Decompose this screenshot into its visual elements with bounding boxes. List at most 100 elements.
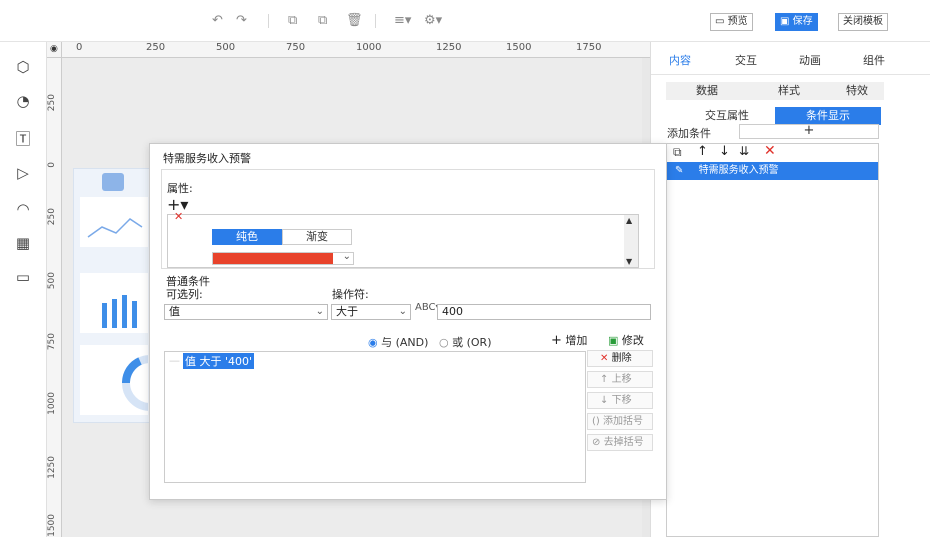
solid-color-option[interactable]: 纯色 [212, 229, 282, 245]
container-icon[interactable]: ▭ [12, 268, 34, 286]
ruler-tick: 0 [76, 42, 83, 53]
logic-and-radio[interactable]: ◉ 与 (AND) [368, 334, 428, 350]
logic-or-radio[interactable]: ○ 或 (OR) [439, 334, 492, 350]
pie-chart-icon[interactable]: ◔ [12, 92, 34, 110]
modify-condition-button[interactable]: ▣ 修改 [608, 332, 644, 348]
arrow-down-icon: ↓ [600, 395, 609, 406]
table-icon[interactable]: ▦ [12, 234, 34, 252]
attribute-section: 属性: +▾ ✕ 纯色 渐变 ⌄ ▲ ▼ [161, 169, 655, 269]
delete-label: 删除 [611, 353, 632, 364]
ruler-tick: 750 [47, 333, 57, 351]
logic-and-label: 与 (AND) [381, 336, 429, 349]
tab-divider [651, 74, 930, 75]
dashboard-line-chart [80, 197, 148, 247]
ruler-tick: 1500 [47, 514, 57, 537]
remove-bracket-button[interactable]: ⊘ 去掉括号 [587, 434, 653, 451]
ruler-tick: 1000 [356, 42, 382, 53]
subtab-effect[interactable]: 特效 [830, 82, 884, 100]
add-condition-button[interactable]: + [739, 124, 879, 139]
chevron-down-icon: ⌄ [342, 251, 351, 262]
delete-condition-button[interactable]: ✕ 删除 [587, 350, 653, 367]
subtab-data[interactable]: 数据 [666, 82, 748, 100]
align-icon[interactable]: ≡▾ [394, 14, 411, 28]
operator-select-value: 大于 [336, 305, 358, 318]
dashboard-bar-chart [80, 273, 148, 333]
eye-icon[interactable]: ◉ [50, 44, 58, 54]
tab-animation[interactable]: 动画 [799, 52, 821, 68]
remove-bracket-label: 去掉括号 [603, 437, 644, 448]
shape-icon[interactable]: ◠ [12, 200, 34, 218]
ruler-top: 0 250 500 750 1000 1250 1500 1750 [62, 42, 650, 58]
video-icon[interactable]: ▷ [12, 164, 34, 182]
ruler-tick: 0 [47, 162, 57, 168]
ruler-tick: 1000 [47, 392, 57, 415]
expression-item[interactable]: 值 大于 '400' [183, 353, 255, 369]
logic-or-label: 或 (OR) [452, 336, 492, 349]
save-label: 保存 [792, 16, 813, 27]
tree-line-icon: — [169, 354, 180, 367]
mode-condition-display[interactable]: 条件显示 [775, 107, 881, 125]
add-condition-button[interactable]: + 增加 [551, 332, 587, 348]
scroll-down-icon[interactable]: ▼ [626, 257, 632, 266]
add-label: 增加 [565, 334, 588, 347]
condition-list: ⧉ ↑ ↓ ⇊ ✕ ✎ 特需服务收入预警 [666, 143, 879, 537]
close-panel-button[interactable]: 关闭模板 [838, 13, 888, 31]
move-down-button[interactable]: ↓ 下移 [587, 392, 653, 409]
move-down-icon[interactable]: ↓ [719, 144, 730, 159]
line-chart-graphic [87, 218, 143, 238]
copy-condition-icon[interactable]: ⧉ [673, 145, 682, 160]
right-property-panel: 内容 交互 动画 组件 数据 样式 特效 交互属性 条件显示 添加条件 + ⧉ … [650, 42, 930, 537]
add-condition-label: 添加条件 [667, 127, 711, 140]
dashboard-thumbnail[interactable] [73, 168, 178, 423]
attribute-scrollbar[interactable]: ▲ ▼ [624, 215, 638, 267]
column-select[interactable]: 值 ⌄ [164, 304, 328, 320]
scroll-up-icon[interactable]: ▲ [626, 216, 632, 225]
save-button[interactable]: ▣ 保存 [775, 13, 818, 31]
dashboard-header [102, 173, 124, 191]
redo-icon[interactable]: ↷ [236, 14, 247, 28]
subtab-style[interactable]: 样式 [748, 82, 830, 100]
delete-icon[interactable]: 🗑 [346, 14, 363, 28]
copy-icon[interactable]: ⧉ [288, 14, 297, 28]
tab-interaction[interactable]: 交互 [735, 52, 757, 68]
tab-component[interactable]: 组件 [863, 52, 885, 68]
condition-item-label: 特需服务收入预警 [698, 165, 779, 176]
layer-icon[interactable]: ⚙▾ [424, 14, 442, 28]
close-panel-label: 关闭模板 [843, 16, 883, 27]
move-up-icon[interactable]: ↑ [697, 144, 708, 159]
ruler-tick: 1250 [436, 42, 462, 53]
gradient-option[interactable]: 渐变 [282, 229, 352, 245]
condition-dialog: 特需服务收入预警 属性: +▾ ✕ 纯色 渐变 ⌄ ▲ ▼ 普通条件 可选列: … [149, 143, 667, 500]
save-icon: ▣ [780, 16, 790, 27]
tab-content[interactable]: 内容 [669, 52, 691, 68]
ruler-tick: 250 [146, 42, 166, 53]
move-up-label: 上移 [611, 374, 632, 385]
preview-icon: ▭ [715, 16, 725, 27]
operator-select[interactable]: 大于 ⌄ [331, 304, 411, 320]
undo-icon[interactable]: ↶ [212, 14, 223, 28]
move-up-button[interactable]: ↑ 上移 [587, 371, 653, 388]
text-icon[interactable]: 🅃 [12, 130, 34, 148]
move-bottom-icon[interactable]: ⇊ [739, 144, 749, 158]
add-bracket-button[interactable]: () 添加括号 [587, 413, 653, 430]
preview-button[interactable]: ▭ 预览 [710, 13, 753, 31]
ruler-corner: ◉ [47, 42, 62, 58]
plus-icon: + [551, 333, 562, 348]
value-input[interactable]: 400 [437, 304, 651, 320]
modify-label: 修改 [621, 334, 644, 347]
remove-condition-icon[interactable]: ✕ [764, 143, 776, 159]
expression-box[interactable]: — 值 大于 '400' [164, 351, 586, 483]
chevron-down-icon: ⌄ [398, 306, 407, 317]
attribute-list: ✕ 纯色 渐变 ⌄ ▲ ▼ [167, 210, 639, 268]
delete-x-icon: ✕ [600, 353, 609, 364]
donut-graphic [121, 355, 178, 411]
mode-interaction-props[interactable]: 交互属性 [673, 107, 781, 125]
cube-icon[interactable]: ⬡ [12, 58, 34, 76]
attribute-label: 属性: [167, 182, 193, 195]
remove-attribute-icon[interactable]: ✕ [174, 210, 183, 223]
color-select[interactable]: ⌄ [212, 251, 354, 265]
condition-list-item[interactable]: ✎ 特需服务收入预警 [667, 162, 878, 180]
paste-icon[interactable]: ⧉ [318, 14, 327, 28]
optional-column-label: 可选列: [166, 288, 203, 301]
color-swatch [213, 253, 333, 264]
